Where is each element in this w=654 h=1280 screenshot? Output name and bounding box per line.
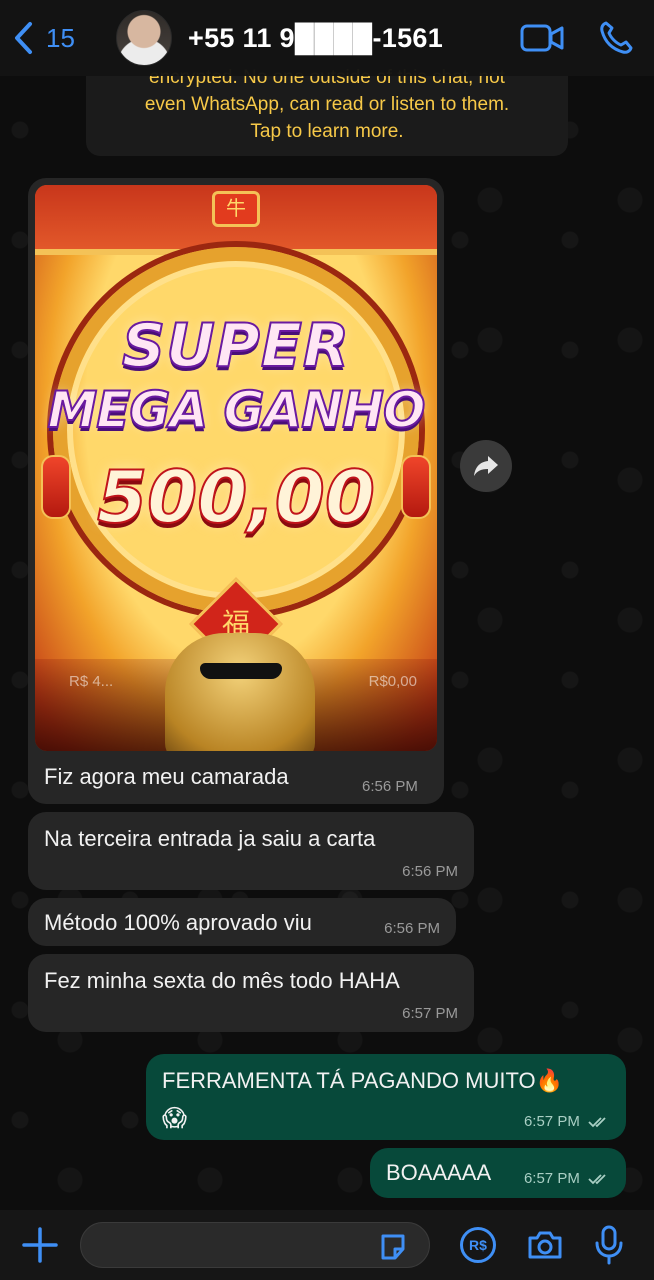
back-button[interactable]: 15 xyxy=(12,13,102,63)
promo-title-line-2: MEGA GANHO xyxy=(47,380,427,440)
double-check-icon xyxy=(588,1117,606,1128)
avatar[interactable] xyxy=(116,10,172,66)
message-bubble-outgoing[interactable]: BOAAAAA 6:57 PM xyxy=(370,1148,626,1198)
image-message-bubble[interactable]: 牛 SUPER MEGA GANHO 500,00 R$ 4... R$0,00… xyxy=(28,178,444,804)
message-text: Fez minha sexta do mês todo HAHA xyxy=(44,968,400,993)
message-time: 6:57 PM xyxy=(402,1005,458,1022)
phone-icon[interactable] xyxy=(598,20,634,56)
message-text: FERRAMENTA TÁ PAGANDO MUITO🔥 xyxy=(162,1068,564,1093)
encryption-line-2: even WhatsApp, can read or listen to the… xyxy=(144,94,510,115)
chat-header: 15 +55 11 9████-1561 xyxy=(0,0,654,76)
promo-amount: 500,00 xyxy=(96,454,376,540)
message-time: 6:56 PM xyxy=(384,920,440,937)
message-time: 6:56 PM xyxy=(362,778,418,795)
message-text: Método 100% aprovado viu xyxy=(44,910,312,935)
contact-name[interactable]: +55 11 9████-1561 xyxy=(188,23,443,54)
sticker-icon[interactable] xyxy=(378,1232,408,1262)
promo-title-line-1: SUPER xyxy=(121,310,351,382)
message-text: Na terceira entrada ja saiu a carta xyxy=(44,826,376,851)
message-text: BOAAAAA xyxy=(386,1160,492,1185)
message-time: 6:57 PM xyxy=(523,1113,580,1130)
promo-balance-right: R$0,00 xyxy=(368,673,417,690)
microphone-icon[interactable] xyxy=(594,1225,624,1265)
forward-button[interactable] xyxy=(460,440,512,492)
message-bubble[interactable]: Método 100% aprovado viu 6:56 PM xyxy=(28,898,456,946)
message-input-bar: R$ xyxy=(0,1210,654,1280)
sunglasses xyxy=(200,663,282,679)
message-time: 6:57 PM xyxy=(523,1170,580,1187)
promo-image[interactable]: 牛 SUPER MEGA GANHO 500,00 R$ 4... R$0,00… xyxy=(35,185,437,751)
double-check-icon xyxy=(588,1174,606,1185)
camera-icon[interactable] xyxy=(526,1229,564,1261)
ox-mascot xyxy=(165,633,315,751)
message-bubble-outgoing[interactable]: FERRAMENTA TÁ PAGANDO MUITO🔥 😱 6:57 PM xyxy=(146,1054,626,1140)
message-time: 6:56 PM xyxy=(402,863,458,880)
unread-count: 15 xyxy=(46,22,75,53)
message-emoji: 😱 xyxy=(162,1105,188,1132)
chevron-left-icon xyxy=(15,22,32,54)
plus-icon[interactable] xyxy=(20,1225,60,1265)
promo-balance-left: R$ 4... xyxy=(69,673,114,690)
message-bubble[interactable]: Na terceira entrada ja saiu a carta 6:56… xyxy=(28,812,474,890)
message-bubble[interactable]: Fez minha sexta do mês todo HAHA 6:57 PM xyxy=(28,954,474,1032)
promo-badge-top: 牛 xyxy=(212,191,260,227)
video-call-icon[interactable] xyxy=(520,23,564,53)
message-time-status: 6:57 PM xyxy=(524,1113,610,1130)
message-time-status: 6:57 PM xyxy=(524,1170,610,1187)
image-caption: Fiz agora meu camarada xyxy=(44,764,289,789)
forward-icon xyxy=(474,456,498,476)
payment-icon[interactable]: R$ xyxy=(460,1227,496,1263)
encryption-line-3: Tap to learn more. xyxy=(250,121,404,142)
